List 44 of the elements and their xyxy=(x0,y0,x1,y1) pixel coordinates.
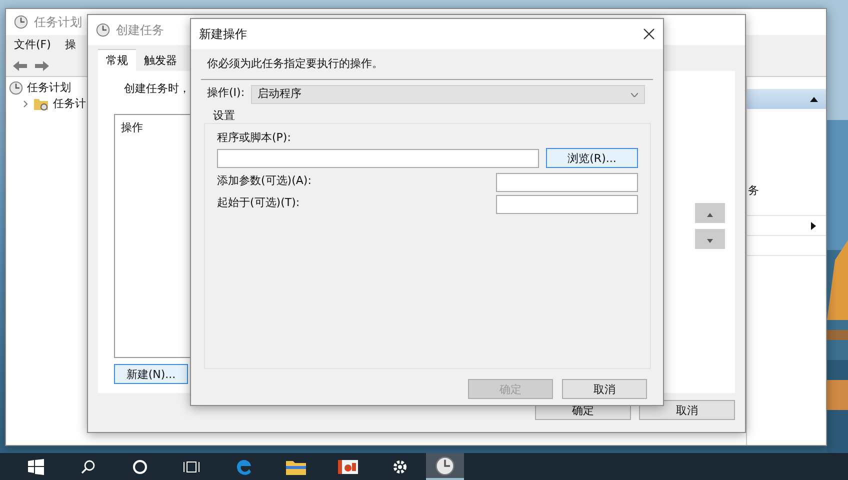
back-arrow-icon[interactable] xyxy=(12,60,28,72)
field-label: 起始于(可选)(T): xyxy=(217,195,300,210)
close-icon[interactable] xyxy=(643,28,655,40)
caret-icon xyxy=(707,238,713,242)
search-icon[interactable] xyxy=(80,458,96,474)
group-title: 设置 xyxy=(213,108,235,123)
clock-icon xyxy=(14,15,28,29)
field-label: 添加参数(可选)(A): xyxy=(217,173,312,188)
task-view-icon[interactable] xyxy=(183,458,201,474)
instruction-text: 你必须为此任务指定要执行的操作。 xyxy=(201,56,653,80)
tree-item[interactable]: 任务计 xyxy=(53,96,86,111)
menu-item[interactable]: 操 xyxy=(64,37,76,52)
dialog-title: 新建操作 xyxy=(199,26,247,42)
window-title: 任务计划 xyxy=(34,14,82,30)
circle-icon[interactable] xyxy=(132,458,148,474)
field-label: 操作(I): xyxy=(206,85,245,100)
folder-icon xyxy=(33,97,49,111)
action-dropdown[interactable]: 启动程序 xyxy=(250,85,645,104)
field-label: 程序或脚本(P): xyxy=(217,130,291,145)
settings-icon[interactable] xyxy=(391,458,409,476)
clock-icon[interactable] xyxy=(435,456,455,476)
presentation-icon[interactable] xyxy=(337,458,359,476)
column-header: 操作 xyxy=(121,121,143,134)
hint-text: 创建任务时， xyxy=(124,81,190,96)
tree-item[interactable]: 任务计划 xyxy=(27,80,71,95)
start-in-field[interactable] xyxy=(496,195,638,214)
program-field[interactable] xyxy=(217,148,539,168)
submenu-arrow-icon[interactable] xyxy=(811,222,816,230)
browse-button[interactable]: 浏览(R)... xyxy=(546,148,638,168)
caret-icon xyxy=(707,212,713,216)
dialog-button[interactable]: 取消 xyxy=(562,379,647,399)
tab[interactable]: 常规 xyxy=(98,49,136,71)
menu-item[interactable]: 文件(F) xyxy=(14,37,51,52)
chevron-icon xyxy=(631,92,638,96)
clock-icon xyxy=(96,23,110,37)
collapse-icon[interactable] xyxy=(810,96,818,102)
arguments-field[interactable] xyxy=(496,173,638,192)
windows-logo-icon[interactable] xyxy=(28,458,44,474)
window-title: 创建任务 xyxy=(116,22,164,38)
new-button[interactable]: 新建(N)... xyxy=(114,364,188,384)
clock-icon xyxy=(9,81,23,95)
action-text: 务 xyxy=(747,183,759,198)
forward-arrow-icon[interactable] xyxy=(34,60,50,72)
dialog-button[interactable]: 取消 xyxy=(639,400,735,420)
